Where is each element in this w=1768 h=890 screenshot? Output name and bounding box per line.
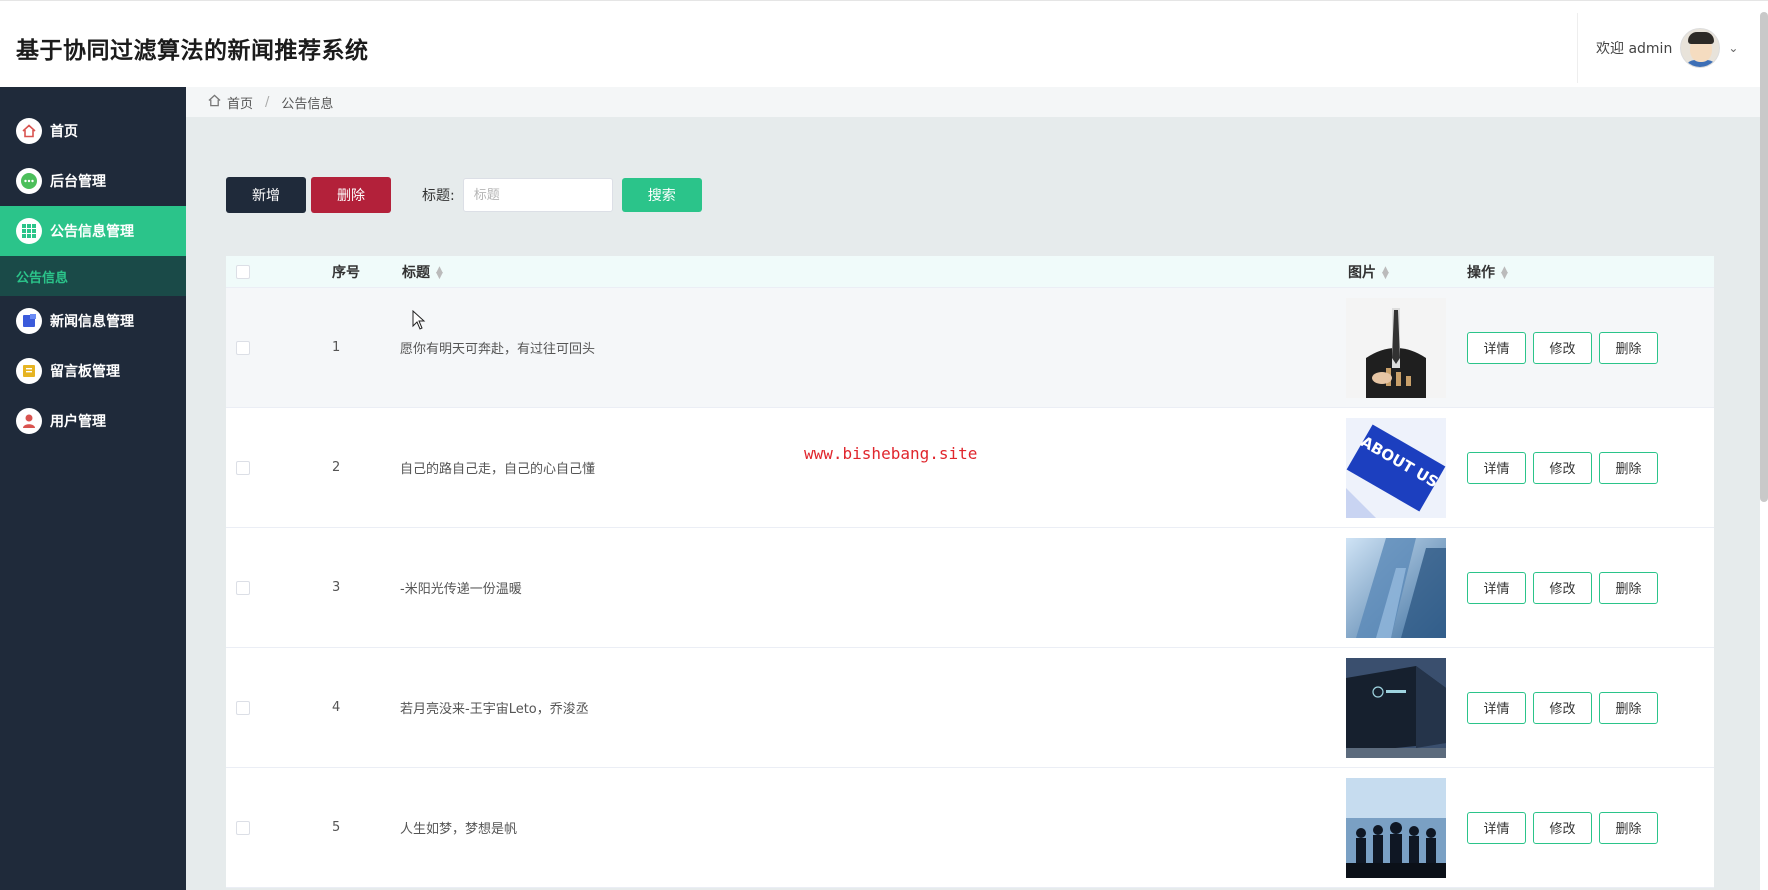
- table-row[interactable]: 5 人生如梦，梦想是帆 详情 修改 删除: [226, 768, 1714, 888]
- table-row[interactable]: 4 若月亮没来-王宇宙Leto，乔浚丞 详情 修改 删除: [226, 648, 1714, 768]
- notice-table: 序号 标题 ▲ ▼ 图片 ▲ ▼ 操作 ▲ ▼ 1 愿你有明天可奔赴，有过往可回头: [226, 256, 1714, 888]
- app-title: 基于协同过滤算法的新闻推荐系统: [16, 38, 369, 64]
- edit-button[interactable]: 修改: [1533, 571, 1592, 604]
- welcome-text: 欢迎 admin: [1596, 41, 1673, 57]
- column-header-ops[interactable]: 操作 ▲ ▼: [1467, 262, 1714, 282]
- home-icon: [16, 118, 42, 144]
- breadcrumb-current: 公告信息: [281, 96, 334, 112]
- add-button[interactable]: 新增: [226, 177, 306, 213]
- row-checkbox[interactable]: [236, 820, 250, 835]
- search-button[interactable]: 搜索: [621, 178, 702, 212]
- top-bar: 基于协同过滤算法的新闻推荐系统 欢迎 admin ⌄: [0, 0, 1768, 87]
- row-checkbox[interactable]: [236, 340, 250, 355]
- row-index: 3: [332, 580, 341, 595]
- detail-button[interactable]: 详情: [1467, 691, 1526, 724]
- sidebar-item-label: 新闻信息管理: [50, 314, 134, 330]
- breadcrumb-separator: /: [265, 94, 270, 110]
- row-title: 人生如梦，梦想是帆: [400, 822, 518, 837]
- detail-button[interactable]: 详情: [1467, 571, 1526, 604]
- row-index: 4: [332, 700, 341, 715]
- avatar[interactable]: [1680, 28, 1721, 68]
- grid-icon: [16, 218, 42, 244]
- row-title: 若月亮没来-王宇宙Leto，乔浚丞: [400, 702, 589, 717]
- breadcrumb-home[interactable]: 首页: [227, 93, 253, 112]
- row-checkbox[interactable]: [236, 580, 250, 595]
- sidebar-item-label: 用户管理: [50, 414, 106, 430]
- sidebar-item-backend[interactable]: 后台管理: [0, 156, 186, 206]
- sidebar-item-news-management[interactable]: 新闻信息管理: [0, 296, 186, 346]
- chat-icon: [16, 168, 42, 194]
- search-input[interactable]: [462, 178, 613, 212]
- search-label: 标题:: [422, 188, 455, 204]
- row-delete-button[interactable]: 删除: [1599, 571, 1658, 604]
- row-delete-button[interactable]: 删除: [1599, 451, 1658, 484]
- toolbar: 新增 删除 标题: 搜索: [226, 177, 702, 213]
- row-image-about-us: ABOUT US: [1346, 417, 1446, 518]
- edit-button[interactable]: 修改: [1533, 691, 1592, 724]
- main-content: 首页 / 公告信息 新增 删除 标题: 搜索 序号 标题▲▼ 图片▲▼ 操作▲▼…: [186, 87, 1760, 890]
- mouse-cursor-icon: [412, 309, 426, 335]
- sort-icon[interactable]: ▲ ▼: [436, 265, 443, 280]
- detail-button[interactable]: 详情: [1467, 331, 1526, 364]
- watermark-text: www.bishebang.site: [804, 444, 978, 463]
- column-header-title[interactable]: 标题 ▲ ▼: [400, 262, 1346, 282]
- sidebar-item-notice-management[interactable]: 公告信息管理: [0, 206, 186, 256]
- page-scrollbar[interactable]: [1760, 12, 1768, 502]
- edit-button[interactable]: 修改: [1533, 451, 1592, 484]
- detail-button[interactable]: 详情: [1467, 811, 1526, 844]
- detail-button[interactable]: 详情: [1467, 451, 1526, 484]
- row-image-team-silhouette: [1346, 777, 1446, 878]
- sidebar-item-label: 首页: [50, 124, 78, 140]
- row-title: 愿你有明天可奔赴，有过往可回头: [400, 342, 596, 357]
- row-index: 2: [332, 460, 341, 475]
- table-header: 序号 标题 ▲ ▼ 图片 ▲ ▼ 操作 ▲ ▼: [226, 256, 1714, 288]
- message-board-icon: [16, 358, 42, 384]
- table-row[interactable]: 1 愿你有明天可奔赴，有过往可回头 详情 修改 删除: [226, 288, 1714, 408]
- row-checkbox[interactable]: [236, 700, 250, 715]
- row-image-skyscraper: [1346, 537, 1446, 638]
- sidebar-item-label: 公告信息管理: [50, 224, 134, 240]
- delete-button[interactable]: 删除: [311, 177, 391, 213]
- news-icon: [16, 308, 42, 334]
- breadcrumb: 首页 / 公告信息: [186, 87, 1760, 117]
- home-outline-icon: [208, 94, 221, 111]
- edit-button[interactable]: 修改: [1533, 811, 1592, 844]
- row-delete-button[interactable]: 删除: [1599, 331, 1658, 364]
- row-index: 5: [332, 820, 341, 835]
- user-icon: [16, 408, 42, 434]
- column-header-index: 序号: [332, 264, 360, 281]
- row-image-business: [1346, 297, 1446, 398]
- sort-icon[interactable]: ▲ ▼: [1382, 265, 1389, 280]
- sidebar-subitem-notice[interactable]: 公告信息: [0, 256, 186, 296]
- row-image-building: [1346, 657, 1446, 758]
- select-all-checkbox[interactable]: [236, 264, 250, 279]
- user-menu[interactable]: 欢迎 admin ⌄: [1577, 13, 1755, 83]
- sidebar: 首页 后台管理 公告信息管理 公告信息 新闻信息管理 留言板管理 用户管理: [0, 87, 186, 890]
- sidebar-item-label: 留言板管理: [50, 364, 120, 380]
- row-delete-button[interactable]: 删除: [1599, 811, 1658, 844]
- row-checkbox[interactable]: [236, 460, 250, 475]
- row-index: 1: [332, 340, 341, 355]
- table-row[interactable]: 2 自己的路自己走，自己的心自己懂 ABOUT US 详情 修改 删除: [226, 408, 1714, 528]
- sidebar-item-home[interactable]: 首页: [0, 106, 186, 156]
- row-delete-button[interactable]: 删除: [1599, 691, 1658, 724]
- chevron-down-icon[interactable]: ⌄: [1728, 41, 1738, 55]
- table-row[interactable]: 3 -米阳光传递一份温暖 详情 修改 删除: [226, 528, 1714, 648]
- sidebar-item-users[interactable]: 用户管理: [0, 396, 186, 446]
- row-title: -米阳光传递一份温暖: [400, 582, 522, 597]
- sidebar-item-label: 后台管理: [50, 174, 106, 190]
- sort-icon[interactable]: ▲ ▼: [1501, 265, 1508, 280]
- column-header-image[interactable]: 图片 ▲ ▼: [1346, 262, 1467, 282]
- sidebar-item-message-board[interactable]: 留言板管理: [0, 346, 186, 396]
- edit-button[interactable]: 修改: [1533, 331, 1592, 364]
